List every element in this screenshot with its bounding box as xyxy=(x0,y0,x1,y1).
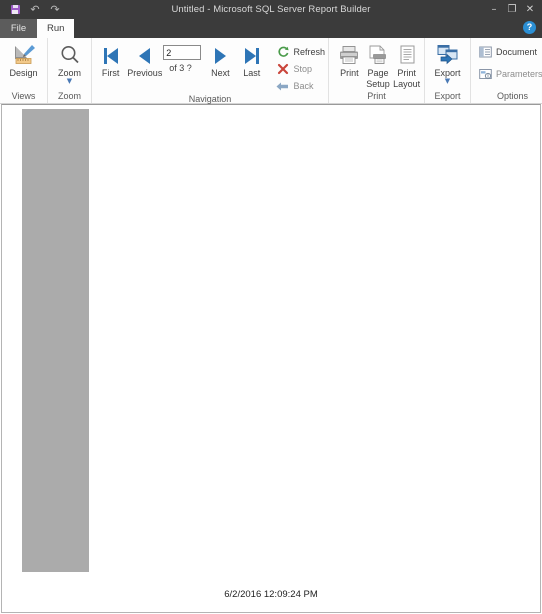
refresh-button[interactable]: Refresh xyxy=(276,45,325,59)
back-button[interactable]: Back xyxy=(276,79,325,93)
ribbon-group-zoom-label: Zoom xyxy=(57,91,81,101)
print-layout-icon xyxy=(396,43,418,67)
nav-previous-label: Previous xyxy=(127,68,163,78)
document-map-icon xyxy=(479,46,492,59)
printer-icon xyxy=(338,43,360,67)
parameters-button[interactable]: Parameters ▸ xyxy=(479,67,542,81)
nav-previous-button[interactable]: Previous xyxy=(126,41,163,78)
design-button-label: Design xyxy=(9,68,38,78)
navigation-commands: Refresh Stop Back xyxy=(273,41,325,93)
ribbon-group-export: Export ▼ Export xyxy=(425,38,471,103)
print-button[interactable]: Print xyxy=(335,41,364,78)
report-preview-area[interactable]: 6/2/2016 12:09:24 PM xyxy=(1,104,541,613)
ribbon: Design Views Zoom ▼ Zoom First Previous … xyxy=(0,38,542,104)
ribbon-group-options-label: Options xyxy=(497,91,529,101)
ribbon-group-options: Document Parameters ▸ xyxy=(471,38,542,103)
export-icon xyxy=(436,43,460,67)
window-title: Untitled - Microsoft SQL Server Report B… xyxy=(171,4,371,15)
save-button[interactable] xyxy=(8,3,22,17)
undo-icon: ↶ xyxy=(30,3,40,16)
redo-icon: ↷ xyxy=(50,3,60,16)
ribbon-group-zoom: Zoom ▼ Zoom xyxy=(48,38,92,103)
report-builder-window: ↶ ↷ Untitled - Microsoft SQL Server Repo… xyxy=(0,0,542,614)
chevron-down-icon[interactable]: ▼ xyxy=(67,78,72,85)
quick-access-toolbar: ↶ ↷ xyxy=(0,0,62,19)
help-icon[interactable]: ? xyxy=(523,21,536,34)
chevron-down-icon[interactable]: ▼ xyxy=(445,78,450,85)
zoom-button[interactable]: Zoom ▼ xyxy=(51,41,88,85)
nav-next-label: Next xyxy=(211,68,230,78)
nav-last-icon xyxy=(244,45,259,67)
design-button[interactable]: Design xyxy=(3,41,44,78)
design-ruler-icon xyxy=(12,43,36,67)
ribbon-group-print: Print Page Setup Print Layout Print xyxy=(329,38,425,103)
ribbon-group-views: Design Views xyxy=(0,38,48,103)
tab-run[interactable]: Run xyxy=(37,19,75,38)
export-button[interactable]: Export ▼ xyxy=(428,41,467,85)
nav-first-button[interactable]: First xyxy=(95,41,126,78)
page-setup-icon xyxy=(367,43,389,67)
stop-button[interactable]: Stop xyxy=(276,62,325,76)
page-number-area: of 3 ? xyxy=(163,41,205,73)
ribbon-group-export-label: Export xyxy=(434,91,461,101)
stop-x-icon xyxy=(276,63,289,76)
nav-first-label: First xyxy=(101,68,120,78)
nav-last-button[interactable]: Last xyxy=(236,41,267,78)
redo-button[interactable]: ↷ xyxy=(48,3,62,17)
print-layout-line2: Layout xyxy=(393,79,421,89)
page-number-input[interactable] xyxy=(163,45,202,60)
print-layout-button[interactable]: Print Layout xyxy=(392,41,421,89)
ribbon-tab-strip: File Run ? xyxy=(0,19,542,38)
report-footer-timestamp: 6/2/2016 12:09:24 PM xyxy=(224,589,318,600)
page-setup-line1: Page xyxy=(367,68,389,78)
page-total-label: of 3 ? xyxy=(169,63,192,73)
nav-first-icon xyxy=(103,45,118,67)
save-icon xyxy=(10,5,20,14)
minimize-button[interactable]: – xyxy=(486,2,502,18)
title-bar: ↶ ↷ Untitled - Microsoft SQL Server Repo… xyxy=(0,0,542,19)
document-map-label: Document xyxy=(496,47,538,57)
tab-file[interactable]: File xyxy=(0,19,37,38)
window-controls: – ❐ ✕ xyxy=(486,0,538,19)
print-layout-line1: Print xyxy=(397,68,416,78)
page-setup-button[interactable]: Page Setup xyxy=(364,41,393,89)
page-setup-line2: Setup xyxy=(366,79,390,89)
stop-label: Stop xyxy=(293,64,312,74)
nav-next-button[interactable]: Next xyxy=(205,41,236,78)
ribbon-group-navigation: First Previous of 3 ? Next xyxy=(92,38,329,104)
options-commands: Document Parameters ▸ xyxy=(474,41,542,81)
report-placeholder-block xyxy=(22,109,89,572)
refresh-icon xyxy=(276,46,289,59)
back-label: Back xyxy=(293,81,314,91)
refresh-label: Refresh xyxy=(293,47,325,57)
undo-button[interactable]: ↶ xyxy=(28,3,42,17)
nav-previous-icon xyxy=(139,45,151,67)
ribbon-group-views-label: Views xyxy=(11,91,36,101)
nav-next-icon xyxy=(214,45,226,67)
parameters-icon xyxy=(479,68,492,81)
back-arrow-icon xyxy=(276,80,289,93)
restore-button[interactable]: ❐ xyxy=(504,2,520,18)
document-map-button[interactable]: Document xyxy=(479,45,542,59)
nav-last-label: Last xyxy=(243,68,261,78)
close-button[interactable]: ✕ xyxy=(522,2,538,18)
parameters-label: Parameters xyxy=(496,69,542,79)
print-button-label: Print xyxy=(340,68,359,78)
magnifier-icon xyxy=(59,43,81,67)
ribbon-group-print-label: Print xyxy=(367,91,386,101)
